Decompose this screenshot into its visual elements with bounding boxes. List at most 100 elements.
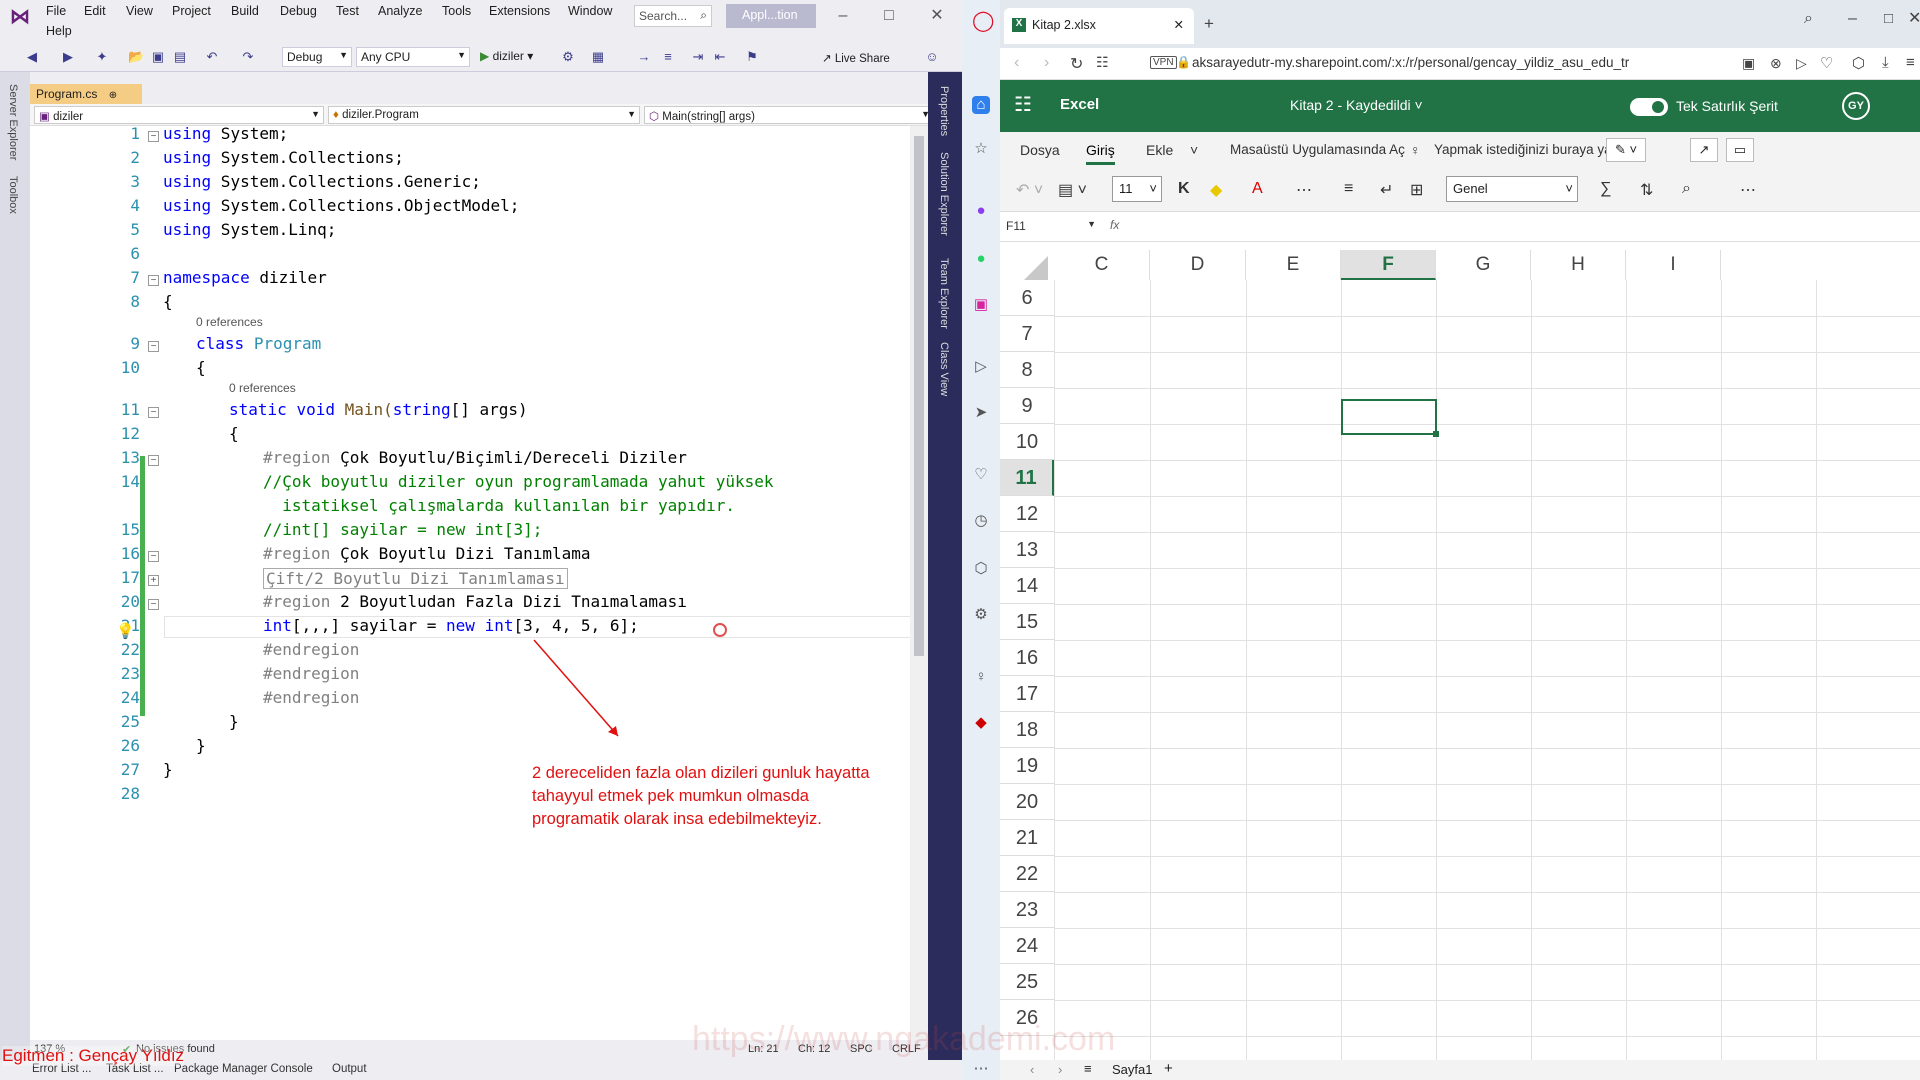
camera-icon[interactable]: ▣	[1742, 55, 1755, 72]
column-header-d[interactable]: D	[1150, 250, 1246, 280]
minimize-icon[interactable]: –	[1848, 10, 1857, 28]
forward-icon[interactable]: ▶	[60, 49, 76, 65]
editing-mode-button[interactable]: ✎ ˅	[1606, 138, 1646, 162]
single-line-ribbon-toggle[interactable]	[1630, 98, 1668, 116]
row-header-9[interactable]: 9	[1000, 388, 1054, 424]
spreadsheet-grid[interactable]: C D E F G H I 6 7 8 9 10 11 12 13 14 15 16 17 18 19 20…	[1000, 242, 1920, 1064]
member-nav-select[interactable]: ⬡ Main(string[] args) ▼	[644, 106, 934, 124]
code-editor[interactable]: 1 2 3 4 5 6 7 8 9 10 11 12 13 14 15 16 1…	[30, 126, 910, 1050]
collapse-icon[interactable]: −	[148, 551, 159, 562]
column-header-c[interactable]: C	[1054, 250, 1150, 280]
back-icon[interactable]: ‹	[1014, 54, 1019, 72]
history-icon[interactable]: ◷	[972, 512, 990, 530]
search-icon[interactable]: ⌕	[1804, 10, 1813, 28]
collapse-icon[interactable]: −	[148, 341, 159, 352]
row-header-24[interactable]: 24	[1000, 928, 1054, 964]
indent-icon[interactable]: ⇥	[690, 49, 706, 65]
menu-build[interactable]: Build	[231, 4, 259, 18]
collapse-icon[interactable]: −	[148, 455, 159, 466]
new-project-icon[interactable]: ✦	[94, 49, 110, 65]
row-header-6[interactable]: 6	[1000, 280, 1054, 316]
menu-analyze[interactable]: Analyze	[378, 4, 422, 18]
start-debug-button[interactable]: ▶ diziler ▾	[480, 49, 533, 63]
column-header-g[interactable]: G	[1436, 250, 1531, 280]
reload-icon[interactable]: ↻	[1070, 54, 1083, 74]
outdent-icon[interactable]: ⇤	[712, 49, 728, 65]
home-icon[interactable]: ⌂	[972, 96, 990, 114]
select-all-icon[interactable]	[1024, 256, 1050, 282]
maximize-icon[interactable]: □	[1884, 10, 1893, 27]
row-header-13[interactable]: 13	[1000, 532, 1054, 568]
url-field[interactable]: aksarayedutr-my.sharepoint.com/:x:/r/per…	[1192, 55, 1629, 70]
class-view-tab[interactable]: Class View	[938, 342, 950, 396]
collapse-icon[interactable]: −	[148, 599, 159, 610]
save-all-icon[interactable]: ▤	[172, 49, 188, 65]
row-header-19[interactable]: 19	[1000, 748, 1054, 784]
package-manager-console-tab[interactable]: Package Manager Console	[174, 1063, 313, 1075]
row-header-10[interactable]: 10	[1000, 424, 1054, 460]
properties-tab[interactable]: Properties	[938, 86, 950, 136]
lightbulb-icon[interactable]: ♀	[972, 668, 990, 686]
row-header-7[interactable]: 7	[1000, 316, 1054, 352]
feedback-icon[interactable]: ☺	[924, 49, 940, 65]
collapse-icon[interactable]: −	[148, 131, 159, 142]
row-header-18[interactable]: 18	[1000, 712, 1054, 748]
heart-icon[interactable]: ♡	[1820, 54, 1833, 72]
server-explorer-tab[interactable]: Server Explorer	[7, 84, 19, 160]
class-nav-select[interactable]: ♦ diziler.Program ▼	[328, 106, 640, 124]
player-icon[interactable]: ▷	[972, 358, 990, 376]
undo-icon[interactable]: ↶	[204, 49, 220, 65]
cube-icon[interactable]: ⬡	[1852, 54, 1865, 72]
star-icon[interactable]: ☆	[972, 140, 990, 158]
undo-icon[interactable]: ↶ ˅	[1016, 180, 1043, 200]
app-title-label[interactable]: Appl...tion	[726, 4, 816, 28]
more-tabs-chevron-icon[interactable]: ˅	[1190, 142, 1198, 158]
row-header-25[interactable]: 25	[1000, 964, 1054, 1000]
menu-extensions[interactable]: Extensions	[489, 4, 550, 18]
comments-icon[interactable]: ▭	[1726, 138, 1754, 162]
row-header-8[interactable]: 8	[1000, 352, 1054, 388]
more-icon[interactable]: ⋯	[1296, 180, 1312, 200]
menu-edit[interactable]: Edit	[84, 4, 106, 18]
tab-dosya[interactable]: Dosya	[1020, 142, 1060, 158]
step-icon[interactable]: →	[636, 49, 652, 65]
bookmark-icon[interactable]: ⚑	[744, 49, 760, 65]
column-header-h[interactable]: H	[1531, 250, 1626, 280]
font-size-select[interactable]: 11 ˅	[1112, 176, 1162, 202]
fill-handle[interactable]	[1433, 431, 1439, 437]
more-icon[interactable]: ⋯	[972, 1060, 990, 1078]
codelens-references[interactable]: 0 references	[229, 381, 296, 395]
add-sheet-icon[interactable]: +	[1164, 1060, 1173, 1077]
name-box[interactable]: F11 ▼	[1000, 216, 1100, 236]
wrap-text-icon[interactable]: ↵	[1380, 180, 1393, 200]
selected-cell[interactable]	[1341, 399, 1439, 437]
row-header-20[interactable]: 20	[1000, 784, 1054, 820]
sort-filter-icon[interactable]: ⇅	[1640, 180, 1653, 200]
pin-icon[interactable]: ⊕	[109, 90, 117, 101]
download-icon[interactable]: ⤓	[1882, 54, 1889, 71]
document-title[interactable]: Kitap 2 - Kaydedildi ˅	[1290, 97, 1423, 113]
sheet-tab-sayfa1[interactable]: Sayfa1	[1112, 1062, 1152, 1077]
bold-button[interactable]: K	[1178, 180, 1190, 198]
next-sheet-icon[interactable]: ›	[1058, 1062, 1062, 1077]
browser-tab-excel[interactable]: X Kitap 2.xlsx ✕	[1004, 8, 1194, 44]
font-color-icon[interactable]: A	[1252, 180, 1263, 198]
extensions-cube-icon[interactable]: ⬡	[972, 560, 990, 578]
vs-search-box[interactable]: Search... ⌕	[634, 5, 712, 27]
number-format-select[interactable]: Genel ˅	[1446, 176, 1578, 202]
team-explorer-tab[interactable]: Team Explorer	[938, 258, 950, 329]
output-tab[interactable]: Output	[332, 1063, 367, 1075]
row-header-17[interactable]: 17	[1000, 676, 1054, 712]
column-header-i[interactable]: I	[1626, 250, 1721, 280]
tracker-blocker-icon[interactable]: ⊗	[1770, 55, 1782, 72]
configuration-select[interactable]: Debug ▼	[282, 47, 352, 67]
menu-debug[interactable]: Debug	[280, 4, 317, 18]
close-icon[interactable]: ✕	[922, 4, 952, 28]
paste-icon[interactable]: ▤ ˅	[1058, 180, 1087, 200]
expand-icon[interactable]: +	[148, 575, 159, 586]
prev-sheet-icon[interactable]: ‹	[1030, 1062, 1034, 1077]
collapse-icon[interactable]: −	[148, 275, 159, 286]
close-icon[interactable]: ✕	[1908, 8, 1920, 28]
menu-icon[interactable]: ≡	[1906, 54, 1915, 71]
messenger-icon[interactable]: ●	[972, 202, 990, 220]
